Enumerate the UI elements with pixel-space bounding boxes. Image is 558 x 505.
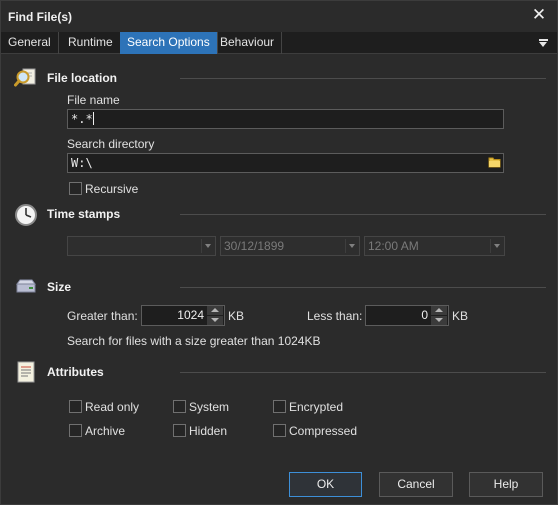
- read-only-checkbox[interactable]: [69, 400, 82, 413]
- hidden-label: Hidden: [189, 424, 228, 438]
- encrypted-label: Encrypted: [289, 400, 344, 414]
- system-checkbox[interactable]: [173, 400, 186, 413]
- timestamp-date-picker[interactable]: 30/12/1899: [220, 236, 360, 256]
- title-bar: Find File(s) ✕: [1, 1, 557, 32]
- compressed-checkbox[interactable]: [273, 424, 286, 437]
- greater-than-unit: KB: [228, 309, 245, 323]
- file-name-label: File name: [67, 93, 120, 107]
- archive-checkbox[interactable]: [69, 424, 82, 437]
- search-directory-input[interactable]: W:\: [67, 153, 504, 173]
- tab-behaviour[interactable]: Behaviour: [213, 32, 283, 54]
- find-files-dialog: Find File(s) ✕ General Runtime Search Op…: [0, 0, 558, 505]
- section-divider: [180, 372, 546, 373]
- timestamp-time-picker[interactable]: 12:00 AM: [364, 236, 505, 256]
- greater-than-label: Greater than:: [67, 309, 138, 323]
- magnifier-file-icon: [14, 66, 38, 90]
- clock-icon: [14, 203, 38, 227]
- archive-label: Archive: [85, 424, 126, 438]
- document-list-icon: [14, 360, 38, 384]
- tab-runtime[interactable]: Runtime: [61, 32, 121, 54]
- help-button[interactable]: Help: [469, 472, 543, 497]
- tab-overflow-menu-icon[interactable]: [538, 35, 550, 49]
- encrypted-checkbox[interactable]: [273, 400, 286, 413]
- system-label: System: [189, 400, 230, 414]
- spinner-up-icon[interactable]: [207, 306, 223, 315]
- hidden-checkbox[interactable]: [173, 424, 186, 437]
- section-title-attributes: Attributes: [47, 365, 104, 379]
- search-directory-label: Search directory: [67, 137, 155, 151]
- close-icon[interactable]: ✕: [531, 6, 547, 24]
- cancel-button[interactable]: Cancel: [379, 472, 453, 497]
- less-than-label: Less than:: [307, 309, 363, 323]
- spinner-down-icon[interactable]: [431, 316, 447, 325]
- ok-button[interactable]: OK: [289, 472, 362, 497]
- read-only-label: Read only: [85, 400, 140, 414]
- window-title: Find File(s): [8, 10, 72, 24]
- less-than-spinner[interactable]: 0: [365, 305, 449, 326]
- section-title-size: Size: [47, 280, 72, 294]
- file-name-input[interactable]: *.*: [67, 109, 504, 129]
- tab-search-options[interactable]: Search Options: [120, 32, 218, 54]
- recursive-label: Recursive: [85, 182, 139, 196]
- section-divider: [180, 78, 546, 79]
- size-summary: Search for files with a size greater tha…: [67, 334, 321, 348]
- greater-than-spinner[interactable]: 1024: [141, 305, 225, 326]
- less-than-value: 0: [421, 308, 428, 322]
- section-divider: [180, 287, 546, 288]
- greater-than-value: 1024: [177, 308, 204, 322]
- folder-icon[interactable]: [488, 155, 504, 171]
- tab-general[interactable]: General: [1, 32, 59, 54]
- spinner-up-icon[interactable]: [431, 306, 447, 315]
- section-title-time-stamps: Time stamps: [47, 207, 121, 221]
- spinner-down-icon[interactable]: [207, 316, 223, 325]
- section-title-file-location: File location: [47, 71, 118, 85]
- section-divider: [180, 214, 546, 215]
- timestamp-type-dropdown[interactable]: [67, 236, 216, 256]
- tab-strip: General Runtime Search Options Behaviour: [1, 32, 557, 54]
- drive-icon: [14, 276, 38, 300]
- compressed-label: Compressed: [289, 424, 358, 438]
- less-than-unit: KB: [452, 309, 469, 323]
- recursive-checkbox[interactable]: [69, 182, 82, 195]
